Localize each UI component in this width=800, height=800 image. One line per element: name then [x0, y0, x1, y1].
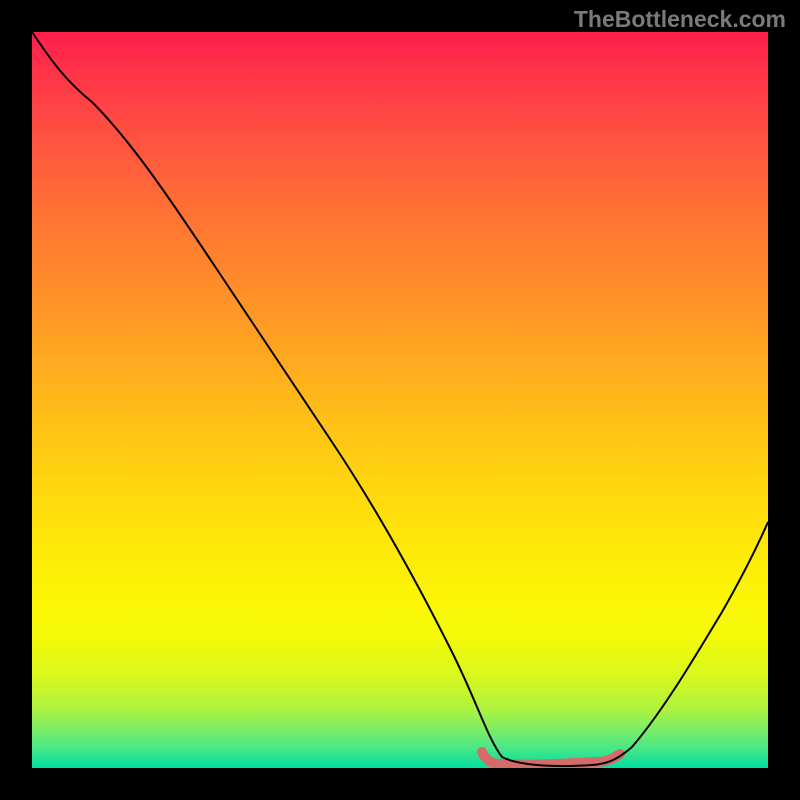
watermark: TheBottleneck.com — [574, 6, 786, 33]
chart-plot-area — [32, 32, 768, 768]
bottleneck-curve — [32, 32, 768, 768]
